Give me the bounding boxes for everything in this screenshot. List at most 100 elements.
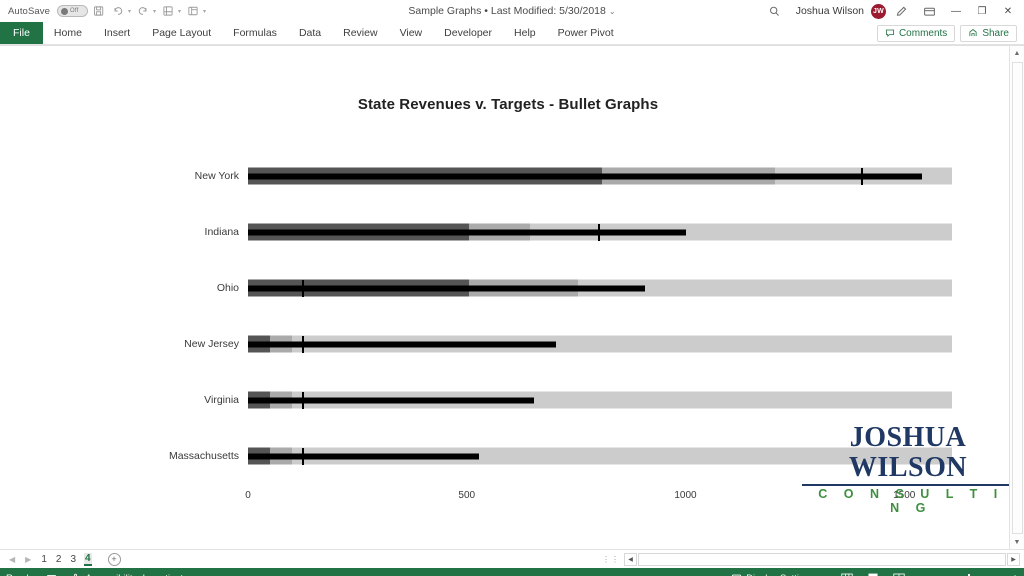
axis-tick-label: 1000 xyxy=(674,490,697,501)
share-button[interactable]: Share xyxy=(960,24,1017,42)
autosave-toggle[interactable]: Off xyxy=(57,5,88,17)
tab-help[interactable]: Help xyxy=(503,22,547,44)
measure-bar xyxy=(248,397,535,403)
measure-bar xyxy=(248,453,479,459)
ribbon-tab-bar: File Home Insert Page Layout Formulas Da… xyxy=(0,22,1024,45)
sheet-tab-4[interactable]: 4 xyxy=(84,552,92,566)
avatar[interactable]: JW xyxy=(871,3,886,19)
title-bar: AutoSave Off ▾ ▾ ▾ ▾ Sample Graphs • Las… xyxy=(0,0,1024,22)
tab-data[interactable]: Data xyxy=(288,22,332,44)
minimize-button[interactable]: — xyxy=(944,1,968,21)
page-break-view-icon[interactable] xyxy=(892,572,905,576)
company-logo: JOSHUA WILSON C O N S U L T I N G xyxy=(802,423,1014,515)
logo-subtitle: C O N S U L T I N G xyxy=(818,487,1004,515)
zoom-out-button[interactable]: − xyxy=(918,573,924,576)
restore-button[interactable]: ❐ xyxy=(970,1,994,21)
redo-icon[interactable] xyxy=(135,3,151,19)
tab-file[interactable]: File xyxy=(0,22,43,44)
redo-dropdown-caret-icon[interactable]: ▾ xyxy=(153,8,156,15)
sheet-next-icon[interactable]: ▶ xyxy=(25,555,31,564)
search-icon[interactable] xyxy=(762,1,788,21)
share-icon xyxy=(969,28,977,37)
hscroll-right-icon[interactable]: ▶ xyxy=(1007,552,1020,566)
status-mode: Ready xyxy=(6,573,33,576)
account-name[interactable]: Joshua Wilson xyxy=(796,5,864,17)
autosave-toggle-knob xyxy=(60,7,68,15)
record-macro-icon[interactable] xyxy=(46,573,57,576)
zoom-in-button[interactable]: + xyxy=(1012,573,1018,576)
comments-label: Comments xyxy=(898,27,948,39)
quick-access-toolbar: AutoSave Off ▾ ▾ ▾ ▾ xyxy=(0,3,207,19)
vertical-scroll-thumb[interactable] xyxy=(1011,62,1023,534)
tab-page-layout[interactable]: Page Layout xyxy=(141,22,222,44)
horizontal-scrollbar[interactable]: ◀ ▶ xyxy=(624,552,1024,566)
target-marker xyxy=(302,447,305,465)
sheet-tab-2[interactable]: 2 xyxy=(55,554,63,565)
accessibility-icon xyxy=(74,573,78,576)
bullet-row: New Jersey xyxy=(8,316,1008,372)
autosave-state-label: Off xyxy=(70,8,79,14)
axis-tick-label: 500 xyxy=(458,490,476,501)
tab-formulas[interactable]: Formulas xyxy=(222,22,288,44)
tab-view[interactable]: View xyxy=(389,22,434,44)
measure-bar xyxy=(248,229,686,235)
target-marker xyxy=(860,167,863,185)
normal-view-icon[interactable] xyxy=(840,572,853,576)
bullet-row: Ohio xyxy=(8,260,1008,316)
display-settings-icon xyxy=(732,574,742,576)
accessibility-status[interactable]: Accessibility: Investigate xyxy=(70,573,188,576)
pen-icon[interactable] xyxy=(888,1,914,21)
tab-review[interactable]: Review xyxy=(332,22,388,44)
tab-power-pivot[interactable]: Power Pivot xyxy=(547,22,625,44)
touch-mode-caret-icon[interactable]: ▾ xyxy=(178,8,181,15)
tab-developer[interactable]: Developer xyxy=(433,22,503,44)
add-sheet-button[interactable]: + xyxy=(107,552,121,566)
measure-bar xyxy=(248,173,922,179)
logo-divider xyxy=(802,484,1014,486)
sheet-tab-3[interactable]: 3 xyxy=(69,554,77,565)
category-label: New Jersey xyxy=(184,338,239,350)
close-button[interactable]: ✕ xyxy=(996,1,1020,21)
bullet-graph xyxy=(248,279,953,297)
bullet-row: New York xyxy=(8,148,1008,204)
ribbon-display-options-icon[interactable] xyxy=(916,1,942,21)
customize-quick-access-icon[interactable]: ▾ xyxy=(203,8,206,15)
bullet-graph xyxy=(248,335,953,353)
target-marker xyxy=(598,223,600,241)
document-title[interactable]: Sample Graphs • Last Modified: 5/30/2018 xyxy=(408,5,605,17)
bullet-row: Indiana xyxy=(8,204,1008,260)
split-handle[interactable]: ⋮⋮ xyxy=(602,555,620,564)
bullet-graph xyxy=(248,391,953,409)
zoom-slider[interactable]: − + xyxy=(918,573,1018,576)
bullet-graph xyxy=(248,223,953,241)
category-label: Indiana xyxy=(204,226,239,238)
comment-icon xyxy=(885,29,894,38)
save-icon[interactable] xyxy=(91,3,107,19)
vertical-scrollbar[interactable]: ▲ ▼ xyxy=(1009,46,1024,549)
target-marker xyxy=(302,391,305,409)
touch-mode-icon[interactable] xyxy=(160,3,176,19)
comments-button[interactable]: Comments xyxy=(876,24,956,42)
scroll-down-icon[interactable]: ▼ xyxy=(1014,535,1021,549)
bullet-graph xyxy=(248,167,953,185)
share-label: Share xyxy=(982,27,1009,39)
scroll-up-icon[interactable]: ▲ xyxy=(1014,46,1021,61)
sheet-prev-icon[interactable]: ◀ xyxy=(9,555,15,564)
title-bar-right-controls: Joshua Wilson JW — ❐ ✕ xyxy=(762,1,1024,21)
document-title-caret-icon[interactable]: ⌄ xyxy=(609,7,616,16)
sheet-tabs: 1 2 3 4 + xyxy=(40,552,121,566)
sheet-tab-1[interactable]: 1 xyxy=(40,554,48,565)
horizontal-scroll-track[interactable] xyxy=(638,552,1006,566)
tab-home[interactable]: Home xyxy=(43,22,93,44)
new-window-icon[interactable] xyxy=(185,3,201,19)
tab-insert[interactable]: Insert xyxy=(93,22,141,44)
display-settings-button[interactable]: Display Settings xyxy=(731,573,814,576)
sheet-nav-arrows: ◀ ▶ xyxy=(0,555,40,564)
page-layout-view-icon[interactable] xyxy=(866,572,879,576)
category-label: New York xyxy=(194,170,239,182)
hscroll-left-icon[interactable]: ◀ xyxy=(624,552,637,566)
ribbon-right-buttons: Comments Share xyxy=(876,22,1024,44)
undo-icon[interactable] xyxy=(110,3,126,19)
undo-dropdown-caret-icon[interactable]: ▾ xyxy=(128,8,131,15)
bullet-row: Virginia xyxy=(8,372,1008,428)
